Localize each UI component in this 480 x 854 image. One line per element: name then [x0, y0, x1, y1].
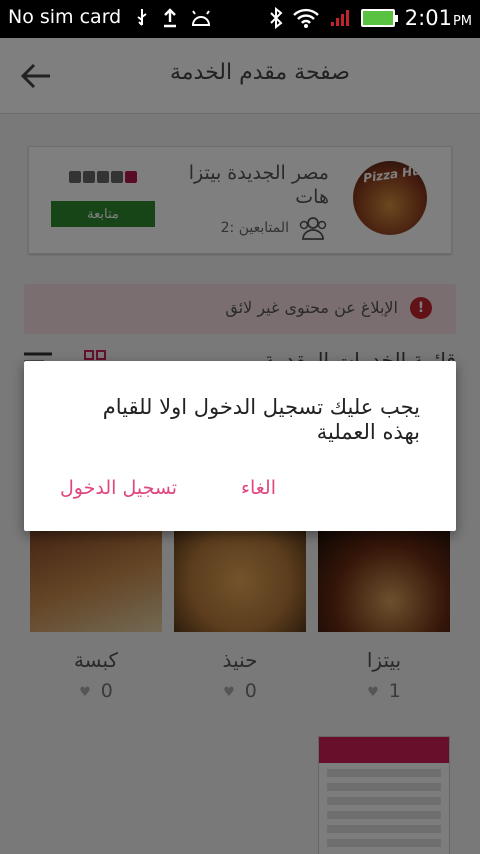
battery-icon — [360, 9, 398, 27]
signal-icon — [330, 10, 349, 26]
dialog-message: يجب عليك تسجيل الدخول اولا للقيام بهذه ا… — [102, 395, 420, 444]
wifi-icon — [292, 8, 319, 28]
login-required-dialog: يجب عليك تسجيل الدخول اولا للقيام بهذه ا… — [24, 361, 456, 531]
carrier-text: No sim card — [8, 6, 122, 28]
system-icons: 2:01PM — [269, 6, 472, 30]
cancel-button[interactable]: الغاء — [241, 477, 276, 499]
clock: 2:01PM — [404, 6, 472, 30]
usb-icon — [137, 9, 147, 26]
status-bar: No sim card 2:01PM — [0, 0, 480, 38]
bluetooth-icon — [270, 7, 283, 29]
android-icon — [191, 10, 211, 26]
notification-icons — [134, 8, 212, 28]
login-button[interactable]: تسجيل الدخول — [60, 477, 177, 499]
upload-icon — [164, 8, 176, 28]
